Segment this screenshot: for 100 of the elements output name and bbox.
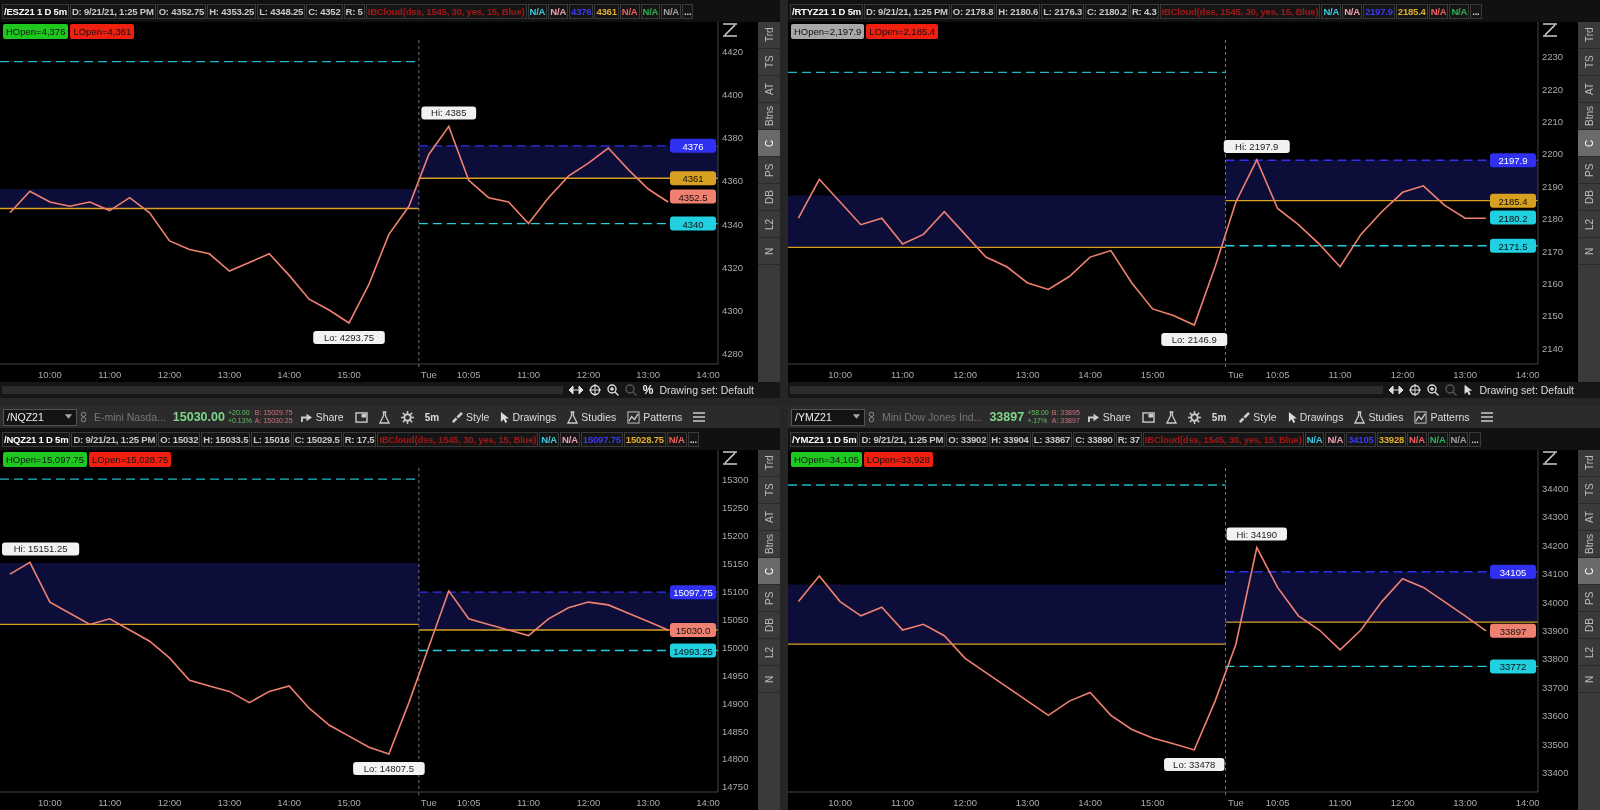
axis-label: 34300 (1542, 511, 1569, 523)
header-chip: L: 2176.3 (1041, 3, 1084, 19)
toolbar-button[interactable]: Style (446, 407, 494, 427)
toolbar-button[interactable]: 5m (420, 407, 444, 427)
share-icon (299, 411, 313, 423)
axis-label: 11:00 (891, 797, 915, 808)
header-chip: IBCloud(dss, 1545, 30, yes, 15, Blue) (377, 431, 539, 447)
annotation: Hi: 34190 (1236, 528, 1278, 540)
symbol-field[interactable]: /YMZ21 (791, 408, 865, 426)
side-tab[interactable]: Btns (1578, 103, 1600, 130)
zoom-icon[interactable] (606, 384, 619, 396)
open-badge: HOpen=2,197.9 (791, 24, 865, 39)
pattern-icon (1414, 410, 1428, 424)
axis-label: 2220 (1542, 83, 1564, 95)
axis-label: 15:00 (337, 369, 361, 380)
extreme-callout: Lo: 33478 (1164, 757, 1225, 771)
toolbar-button[interactable]: 5m (1207, 407, 1231, 427)
extreme-callout: Lo: 2146.9 (1161, 333, 1228, 347)
price-tag: 15097.75 (670, 585, 716, 600)
toolbar-button[interactable]: Drawings (1283, 407, 1348, 427)
cursor-icon[interactable] (1463, 384, 1474, 396)
pan-arrows-icon[interactable] (568, 385, 583, 395)
crosshair-icon[interactable] (1409, 384, 1422, 396)
side-tab[interactable]: C (1578, 130, 1600, 157)
axis-label: 34200 (1542, 539, 1569, 551)
side-tab[interactable]: C (758, 558, 780, 585)
price-tag: 2171.5 (1490, 238, 1536, 253)
axis-label: 12:00 (576, 369, 601, 380)
toolbar-button[interactable]: Share (1082, 407, 1135, 427)
axis-label: 4420 (722, 45, 744, 57)
axis-label: 2180 (1542, 213, 1564, 225)
axis-label: 15150 (722, 557, 749, 569)
collapse-icon[interactable] (1542, 23, 1558, 37)
collapse-icon[interactable] (1542, 451, 1558, 465)
zoom-out-icon[interactable] (624, 384, 637, 396)
axis-label: Tue (420, 797, 437, 808)
header-chip: N/A (1325, 431, 1346, 447)
side-tab[interactable]: Btns (1578, 531, 1600, 558)
link-icon[interactable] (80, 410, 87, 424)
axis-label: 14:00 (696, 369, 720, 380)
axis-label: 10:05 (1265, 369, 1290, 380)
drawing-set-selector[interactable]: Drawing set: Default (659, 384, 754, 396)
axis-label: 15:00 (1140, 797, 1165, 808)
share-icon (1086, 411, 1100, 423)
header-chip: 4361 (594, 3, 619, 19)
crosshair-icon[interactable] (588, 384, 601, 396)
axis-label: 33600 (1542, 710, 1569, 722)
header-chip: 15097.75 (580, 431, 623, 447)
axis-label: 2170 (1542, 245, 1564, 257)
flask-icon (1354, 410, 1366, 424)
side-tab[interactable]: Btns (758, 103, 780, 130)
drawing-set-selector[interactable]: Drawing set: Default (1479, 384, 1574, 396)
axis-label: 14850 (722, 725, 749, 737)
collapse-icon[interactable] (722, 451, 738, 465)
toolbar-button[interactable]: Patterns (1410, 407, 1474, 427)
header-chip: ... (1470, 3, 1482, 19)
header-chip: N/A (619, 3, 640, 19)
axis-label: 14900 (722, 697, 749, 709)
header-chip: N/A (548, 3, 569, 19)
axis-label: Tue (1227, 797, 1244, 808)
flask-icon (1165, 410, 1177, 424)
header-chip: L: 33867 (1031, 431, 1073, 447)
header-chip: C: 15029.5 (292, 431, 342, 447)
axis-label: 10:05 (456, 797, 481, 808)
window-icon (354, 411, 368, 423)
axis-label: 12:00 (953, 369, 977, 380)
axis-label: 2230 (1542, 51, 1564, 63)
zoom-icon[interactable] (1427, 384, 1440, 396)
side-tab[interactable]: C (758, 130, 780, 157)
header-chip: C: 2180.2 (1085, 3, 1129, 19)
side-tab[interactable]: C (1578, 558, 1600, 585)
toolbar-button[interactable]: Drawings (496, 407, 561, 427)
toolbar-button[interactable]: Share (295, 407, 348, 427)
toolbar-button[interactable]: Studies (1350, 407, 1408, 427)
header-chip: 15028.75 (623, 431, 666, 447)
price-tag: 34105 (1490, 564, 1536, 579)
header-chip: N/A (661, 3, 682, 19)
link-icon[interactable] (868, 410, 875, 424)
percent-toggle[interactable]: % (642, 383, 654, 397)
header-chip: N/A (1407, 431, 1427, 447)
header-chip: R: 37 (1115, 431, 1142, 447)
pan-arrows-icon[interactable] (1389, 385, 1404, 395)
toolbar-button[interactable]: Patterns (623, 407, 687, 427)
header-chip: IBCloud(dss, 1545, 30, yes, 15, Blue) (365, 3, 527, 19)
pattern-icon (627, 410, 641, 424)
axis-label: 14750 (722, 781, 749, 793)
side-tab[interactable]: Btns (758, 531, 780, 558)
collapse-icon[interactable] (722, 23, 738, 37)
toolbar-button[interactable]: Style (1233, 407, 1281, 427)
symbol-field[interactable]: /NQZ21 (3, 408, 77, 426)
price-tag: 33897 (1490, 623, 1536, 638)
toolbar-button[interactable]: Studies (563, 407, 621, 427)
axis-label: 13:00 (1453, 797, 1477, 808)
axis-label: 12:00 (953, 797, 977, 808)
zoom-out-icon[interactable] (1445, 384, 1458, 396)
header-chip: H: 2180.6 (996, 3, 1041, 19)
axis-label: 12:00 (576, 797, 601, 808)
axis-label: 11:00 (1328, 797, 1352, 808)
axis-label: 15:00 (1140, 369, 1165, 380)
flask-icon (378, 410, 390, 424)
